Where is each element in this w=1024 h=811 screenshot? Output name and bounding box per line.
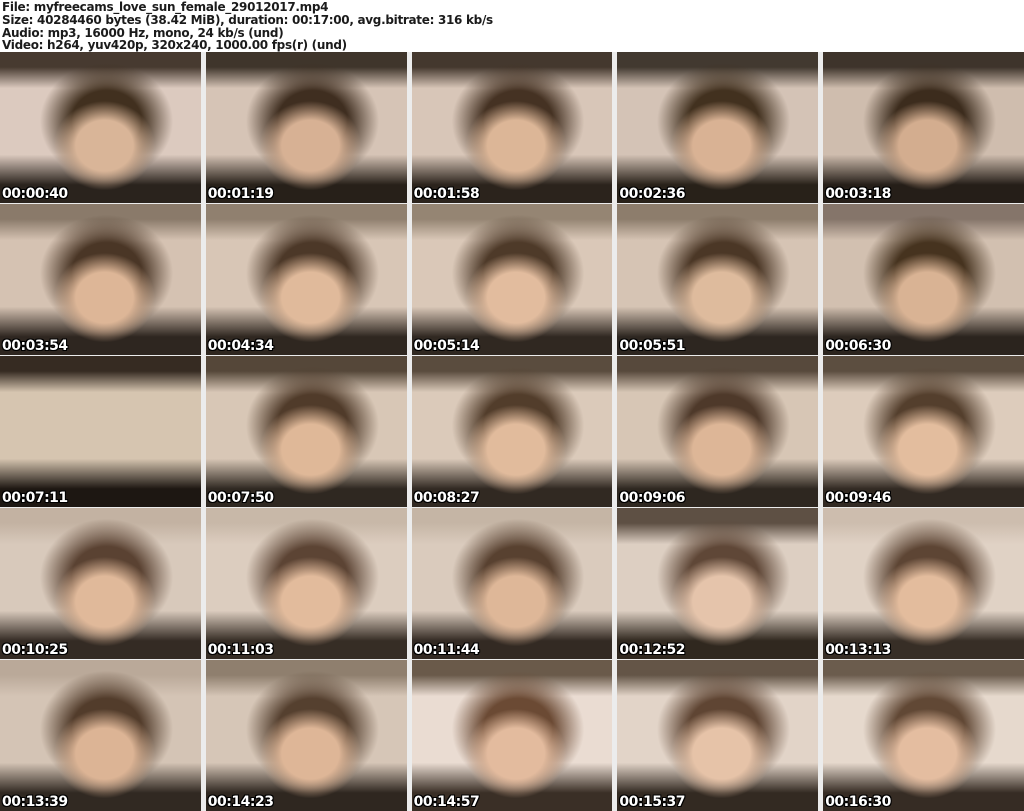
frame-timestamp: 00:13:39 — [2, 794, 68, 810]
video-frame-thumbnail: 00:09:46 — [823, 356, 1024, 507]
frame-timestamp: 00:11:03 — [207, 642, 274, 658]
video-frame-thumbnail: 00:01:19 — [205, 52, 407, 203]
frame-timestamp: 00:07:11 — [2, 490, 68, 506]
video-frame-thumbnail: 00:10:25 — [0, 508, 201, 659]
frame-timestamp: 00:14:57 — [413, 794, 480, 810]
video-frame-thumbnail: 00:16:30 — [823, 660, 1024, 811]
video-frame-thumbnail: 00:07:11 — [0, 356, 201, 507]
frame-timestamp: 00:08:27 — [413, 490, 480, 506]
frame-timestamp: 00:10:25 — [2, 642, 68, 658]
frame-timestamp: 00:16:30 — [825, 794, 891, 810]
frame-timestamp: 00:14:23 — [207, 794, 274, 810]
frame-timestamp: 00:03:54 — [2, 338, 68, 354]
video-frame-thumbnail: 00:11:03 — [205, 508, 407, 659]
frame-timestamp: 00:12:52 — [619, 642, 686, 658]
frame-timestamp: 00:02:36 — [619, 186, 686, 202]
frame-timestamp: 00:11:44 — [413, 642, 480, 658]
frame-timestamp: 00:09:46 — [825, 490, 891, 506]
metadata-line-size: Size: 40284460 bytes (38.42 MiB), durati… — [2, 12, 493, 27]
frame-timestamp: 00:13:13 — [825, 642, 891, 658]
frame-timestamp: 00:06:30 — [825, 338, 891, 354]
frame-timestamp: 00:15:37 — [619, 794, 686, 810]
frame-timestamp: 00:01:58 — [413, 186, 480, 202]
metadata-line-file: File: myfreecams_love_sun_female_2901201… — [2, 0, 329, 14]
metadata-header: File: myfreecams_love_sun_female_2901201… — [0, 0, 1024, 52]
video-frame-thumbnail: 00:02:36 — [617, 52, 819, 203]
video-frame-thumbnail: 00:11:44 — [411, 508, 613, 659]
video-frame-thumbnail: 00:08:27 — [411, 356, 613, 507]
video-frame-thumbnail: 00:03:54 — [0, 204, 201, 355]
video-frame-thumbnail: 00:15:37 — [617, 660, 819, 811]
video-frame-thumbnail: 00:07:50 — [205, 356, 407, 507]
frame-timestamp: 00:01:19 — [207, 186, 274, 202]
video-frame-thumbnail: 00:13:13 — [823, 508, 1024, 659]
frame-timestamp: 00:09:06 — [619, 490, 686, 506]
frame-timestamp: 00:03:18 — [825, 186, 891, 202]
video-frame-thumbnail: 00:06:30 — [823, 204, 1024, 355]
frame-timestamp: 00:04:34 — [207, 338, 274, 354]
video-frame-thumbnail: 00:14:23 — [205, 660, 407, 811]
video-frame-thumbnail: 00:09:06 — [617, 356, 819, 507]
thumbnail-grid: 00:00:40 00:01:19 00:01:58 00:02:36 00:03:18… — [0, 52, 1024, 811]
frame-timestamp: 00:07:50 — [207, 490, 274, 506]
video-frame-thumbnail: 00:03:18 — [823, 52, 1024, 203]
video-frame-thumbnail: 00:01:58 — [411, 52, 613, 203]
video-frame-thumbnail: 00:00:40 — [0, 52, 201, 203]
video-frame-thumbnail: 00:04:34 — [205, 204, 407, 355]
metadata-line-video: Video: h264, yuv420p, 320x240, 1000.00 f… — [2, 38, 347, 53]
video-frame-thumbnail: 00:14:57 — [411, 660, 613, 811]
video-contact-sheet: File: myfreecams_love_sun_female_2901201… — [0, 0, 1024, 811]
frame-timestamp: 00:00:40 — [2, 186, 68, 202]
frame-timestamp: 00:05:51 — [619, 338, 686, 354]
video-frame-thumbnail: 00:05:51 — [617, 204, 819, 355]
video-frame-thumbnail: 00:13:39 — [0, 660, 201, 811]
video-frame-thumbnail: 00:12:52 — [617, 508, 819, 659]
frame-timestamp: 00:05:14 — [413, 338, 480, 354]
video-frame-thumbnail: 00:05:14 — [411, 204, 613, 355]
